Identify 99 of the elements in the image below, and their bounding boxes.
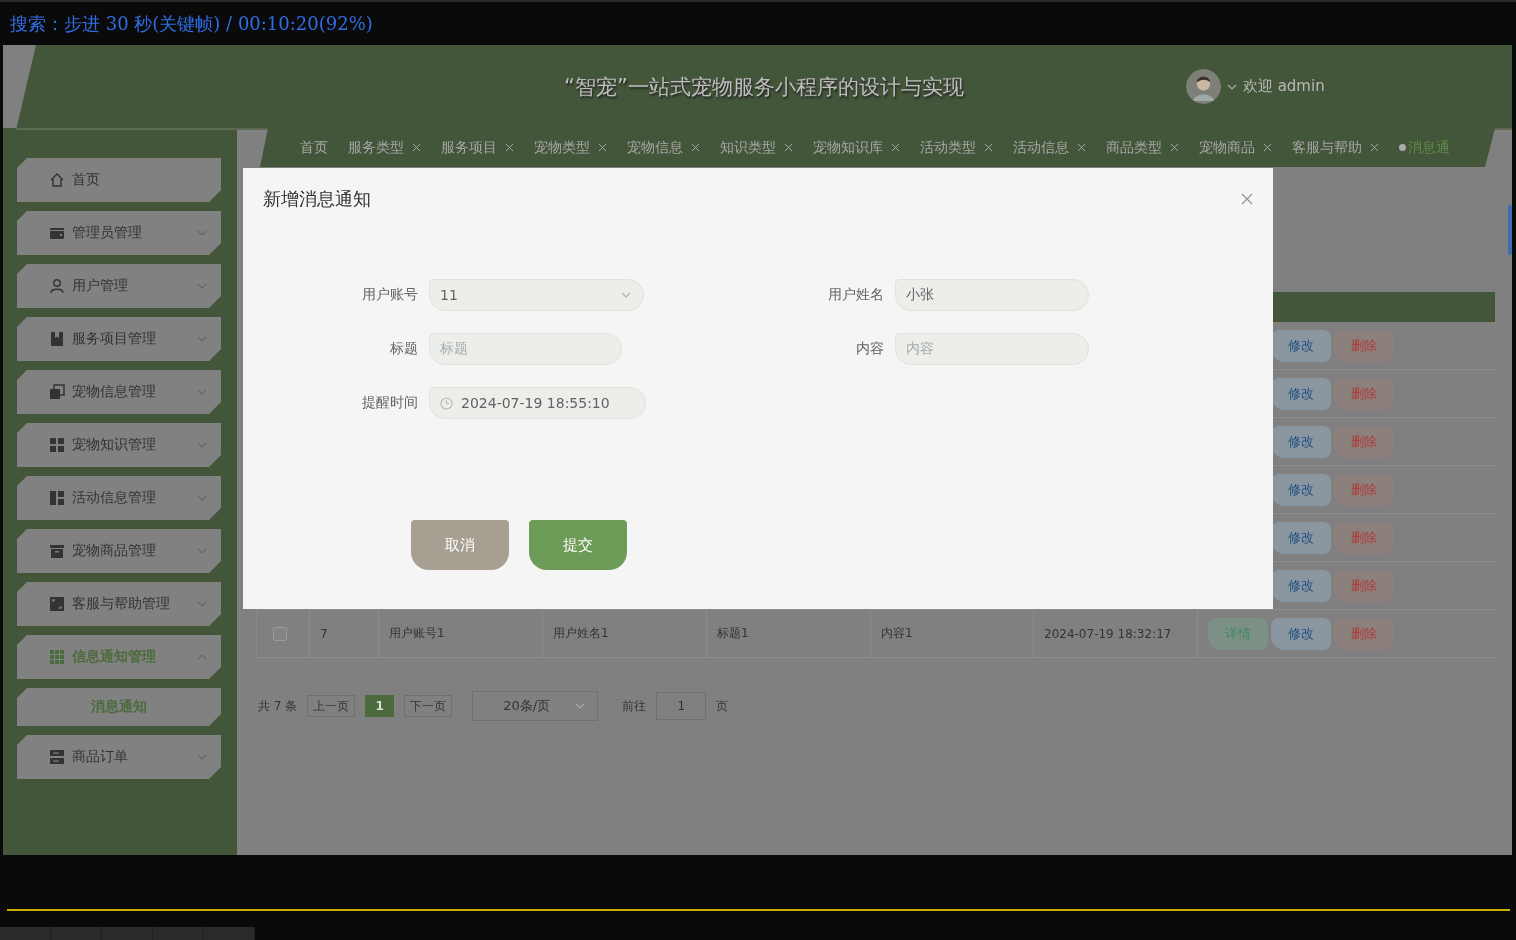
edit-button[interactable]: 修改 xyxy=(1271,521,1331,554)
layout-icon xyxy=(49,490,65,506)
tab[interactable]: 活动类型 xyxy=(920,138,993,157)
close-icon[interactable] xyxy=(784,143,793,152)
sidebar-item[interactable]: 首页 xyxy=(17,158,221,202)
sidebar-item[interactable]: 客服与帮助管理 xyxy=(17,582,221,626)
select-box[interactable]: 11 xyxy=(429,279,644,311)
close-icon[interactable] xyxy=(1370,143,1379,152)
page-unit: 页 xyxy=(716,697,729,715)
edit-button[interactable]: 修改 xyxy=(1271,329,1331,362)
page-size-select[interactable]: 20条/页 xyxy=(472,691,599,721)
frame-icon xyxy=(49,596,65,612)
table-cell: 内容1 xyxy=(881,625,913,642)
dialog-title: 新增消息通知 xyxy=(263,187,371,211)
chevron-down-icon xyxy=(621,292,631,298)
close-icon[interactable] xyxy=(984,143,993,152)
date-field[interactable]: 2024-07-19 18:55:10 xyxy=(429,387,646,419)
sidebar-item[interactable]: 用户管理 xyxy=(17,264,221,308)
close-icon[interactable] xyxy=(891,143,900,152)
copy-icon xyxy=(49,384,65,400)
tab[interactable]: 客服与帮助 xyxy=(1292,138,1379,157)
input-field[interactable]: 内容 xyxy=(895,333,1089,365)
close-icon[interactable] xyxy=(1077,143,1086,152)
home-icon xyxy=(49,172,65,188)
close-icon[interactable] xyxy=(505,143,514,152)
chevron-down-icon xyxy=(1226,83,1237,90)
close-icon[interactable] xyxy=(598,143,607,152)
clock-icon xyxy=(440,396,453,410)
grid-icon xyxy=(49,437,65,453)
archive-icon xyxy=(49,543,65,559)
close-icon[interactable] xyxy=(1170,143,1179,152)
wallet-icon xyxy=(49,225,65,241)
goto-label: 前往 xyxy=(622,697,647,715)
close-icon[interactable] xyxy=(1263,143,1272,152)
welcome-text: 欢迎 admin xyxy=(1242,77,1325,96)
page-number[interactable]: 1 xyxy=(365,695,395,717)
edit-button[interactable]: 修改 xyxy=(1271,473,1331,506)
chevron-down-icon xyxy=(197,601,207,607)
edit-button[interactable]: 修改 xyxy=(1271,425,1331,458)
chevron-down-icon xyxy=(197,754,207,760)
field-label: 提醒时间 xyxy=(361,394,419,412)
apps-icon xyxy=(49,649,65,665)
table-cell: 2024-07-19 18:32:17 xyxy=(1044,626,1172,641)
sidebar-item[interactable]: 宠物知识管理 xyxy=(17,423,221,467)
storage-icon xyxy=(49,749,65,765)
goto-page-field[interactable]: 1 xyxy=(656,692,707,720)
table-cell: 7 xyxy=(320,626,328,641)
tab[interactable]: 知识类型 xyxy=(720,138,793,157)
scrollbar-thumb[interactable] xyxy=(1508,205,1512,255)
tab[interactable]: 首页 xyxy=(300,138,328,157)
edit-button[interactable]: 修改 xyxy=(1271,377,1331,410)
bookmark-icon xyxy=(49,331,65,347)
close-icon[interactable] xyxy=(1241,193,1253,205)
sidebar-item[interactable]: 服务项目管理 xyxy=(17,317,221,361)
user-icon xyxy=(49,278,65,294)
app-title: “智宠”一站式宠物服务小程序的设计与实现 xyxy=(564,73,964,101)
sidebar-item[interactable]: 活动信息管理 xyxy=(17,476,221,520)
chevron-down-icon xyxy=(197,230,207,236)
sidebar-item[interactable]: 宠物商品管理 xyxy=(17,529,221,573)
sidebar-item[interactable]: 管理员管理 xyxy=(17,211,221,255)
row-checkbox[interactable] xyxy=(273,626,287,641)
chevron-up-icon xyxy=(197,654,207,660)
chevron-down-icon xyxy=(197,495,207,501)
sidebar-item[interactable]: 商品订单 xyxy=(17,735,221,779)
table-cell: 标题1 xyxy=(717,625,749,642)
tab[interactable]: 服务类型 xyxy=(348,138,421,157)
table-cell: 用户账号1 xyxy=(389,625,445,642)
tab[interactable]: 宠物商品 xyxy=(1199,138,1272,157)
tab[interactable]: 宠物信息 xyxy=(627,138,700,157)
tab[interactable]: 服务项目 xyxy=(441,138,514,157)
player-status: 搜索：步进 30 秒(关键帧) / 00:10:20(92%) xyxy=(10,11,373,36)
tab[interactable]: 活动信息 xyxy=(1013,138,1086,157)
input-field[interactable]: 标题 xyxy=(429,333,622,365)
chevron-down-icon xyxy=(575,703,586,709)
input-field[interactable]: 小张 xyxy=(895,279,1089,311)
chevron-down-icon xyxy=(197,389,207,395)
field-label: 用户账号 xyxy=(361,286,419,304)
table-cell: 用户姓名1 xyxy=(553,625,609,642)
next-page-button[interactable]: 下一页 xyxy=(404,695,453,717)
edit-button[interactable]: 修改 xyxy=(1271,569,1331,602)
active-dot-icon xyxy=(1399,144,1406,151)
sidebar-item[interactable]: 宠物信息管理 xyxy=(17,370,221,414)
tab[interactable]: 商品类型 xyxy=(1106,138,1179,157)
submit-button[interactable]: 提交 xyxy=(529,520,627,570)
close-icon[interactable] xyxy=(691,143,700,152)
total-count: 共 7 条 xyxy=(258,697,298,715)
chevron-down-icon xyxy=(197,283,207,289)
avatar[interactable] xyxy=(1185,69,1221,104)
field-label: 用户姓名 xyxy=(827,286,885,304)
chevron-down-icon xyxy=(197,442,207,448)
tab[interactable]: 宠物知识库 xyxy=(813,138,900,157)
field-label: 标题 xyxy=(389,340,419,358)
close-icon[interactable] xyxy=(412,143,421,152)
edit-button[interactable]: 修改 xyxy=(1271,617,1331,650)
cancel-button[interactable]: 取消 xyxy=(411,520,509,570)
field-label: 内容 xyxy=(855,340,885,358)
chevron-down-icon xyxy=(197,336,207,342)
tab[interactable]: 宠物类型 xyxy=(534,138,607,157)
chevron-down-icon xyxy=(197,548,207,554)
